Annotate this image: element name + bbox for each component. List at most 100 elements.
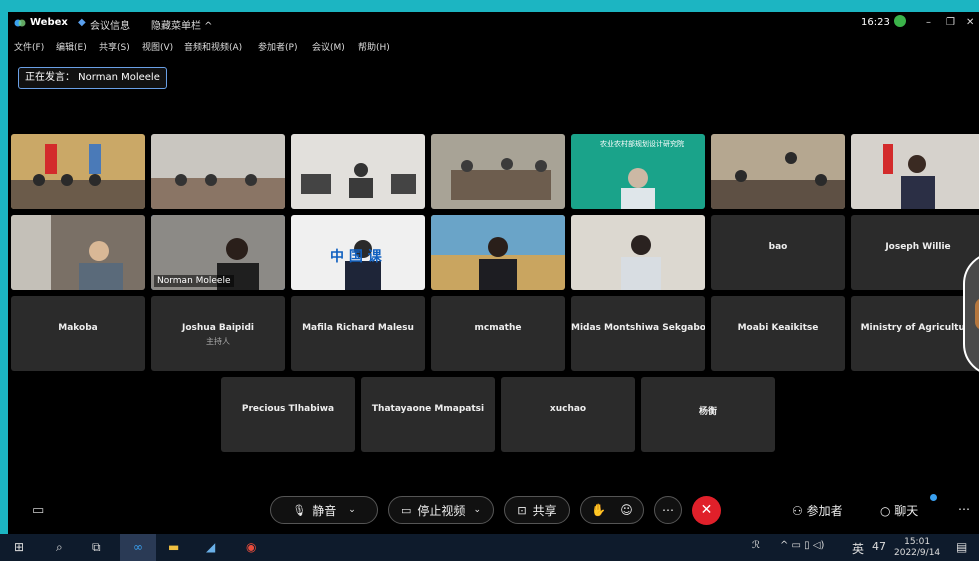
participant-name: 杨衡	[698, 407, 717, 417]
task-view-icon[interactable]: ⧉	[92, 540, 101, 555]
active-speaker-label: 正在发言： Norman Moleele	[18, 67, 167, 89]
participant-tile[interactable]: 杨衡	[641, 377, 775, 452]
emoji-icon[interactable]: ☺	[620, 503, 633, 517]
tray-icons[interactable]: ^ ▭ ▯ ◁)	[780, 540, 824, 551]
windows-start-icon[interactable]: ⊞	[14, 540, 24, 554]
background-banner-text: 中 国 课	[330, 249, 382, 265]
video-tile[interactable]	[11, 215, 145, 290]
restore-icon[interactable]: ❐	[946, 17, 955, 28]
participant-tile[interactable]: xuchao	[501, 377, 635, 452]
participant-tile[interactable]: Midas Montshiwa Sekgabo	[571, 296, 705, 371]
close-icon[interactable]: ✕	[966, 17, 974, 28]
participant-tile-host[interactable]: Joshua Baipidi 主持人	[151, 296, 285, 371]
participant-name: bao	[768, 242, 788, 252]
menu-view[interactable]: 视图(V)	[142, 40, 173, 53]
participant-tile[interactable]: Ministry of Agriculture	[851, 296, 979, 371]
participant-tile[interactable]: mcmathe	[431, 296, 565, 371]
hide-menu-button[interactable]: 隐藏菜单栏 ^	[151, 17, 213, 32]
temperature-badge: 47	[872, 540, 886, 553]
end-call-button[interactable]: ✕	[692, 496, 721, 525]
menu-file[interactable]: 文件(F)	[14, 40, 44, 53]
share-button[interactable]: ⊡ 共享	[504, 496, 570, 524]
user-icon[interactable]: ℛ	[752, 540, 760, 551]
chevron-down-icon[interactable]: ⌄	[473, 505, 481, 515]
ime-indicator[interactable]: 英	[852, 540, 864, 557]
menu-edit[interactable]: 编辑(E)	[56, 40, 87, 53]
network-status-icon	[894, 15, 906, 27]
participants-button[interactable]: ⚇ 参加者	[792, 502, 843, 519]
chevron-down-icon[interactable]: ⌄	[348, 505, 356, 515]
participant-name: Ministry of Agriculture	[860, 323, 976, 333]
participant-tile[interactable]: Moabi Keaikitse	[711, 296, 845, 371]
share-icon: ⊡	[517, 503, 527, 517]
reactions-group: ✋ ☺	[580, 496, 644, 524]
video-tile[interactable]	[571, 215, 705, 290]
organization-banner: 农业农村部规划设计研究院	[600, 140, 684, 148]
menu-participants[interactable]: 参加者(P)	[258, 40, 297, 53]
system-clock[interactable]: 15:01 2022/9/14	[894, 537, 940, 559]
video-tile[interactable]: 中 国 课	[291, 215, 425, 290]
video-tile[interactable]	[431, 215, 565, 290]
video-thumbnail	[291, 134, 425, 209]
title-bar: Webex ◆ 会议信息 隐藏菜单栏 ^ 16:23 – ❐ ✕	[8, 12, 979, 34]
chat-icon: ○	[880, 504, 895, 518]
more-button[interactable]: ⋯	[654, 496, 682, 524]
video-tile[interactable]	[711, 134, 845, 209]
menu-help[interactable]: 帮助(H)	[358, 40, 390, 53]
participant-tile[interactable]: Makoba	[11, 296, 145, 371]
minimize-icon[interactable]: –	[926, 17, 931, 28]
more-icon: ⋯	[662, 503, 674, 517]
participant-tile[interactable]: Precious Tlhabiwa	[221, 377, 355, 452]
participant-tile[interactable]: bao	[711, 215, 845, 290]
mute-label: 静音	[312, 503, 337, 518]
menu-meeting[interactable]: 会议(M)	[312, 40, 345, 53]
video-tile[interactable]	[151, 134, 285, 209]
captions-icon[interactable]: ▭	[32, 503, 44, 518]
video-tile[interactable]	[291, 134, 425, 209]
video-thumbnail	[11, 134, 145, 209]
participants-label: 参加者	[806, 504, 843, 518]
meeting-time: 16:23	[861, 17, 890, 28]
share-label: 共享	[532, 503, 557, 518]
clock-time: 15:01	[904, 537, 931, 547]
mute-button[interactable]: 🎙 静音 ⌄	[270, 496, 378, 524]
participant-name: Joseph Willie	[885, 242, 951, 252]
shield-icon: ◆	[78, 17, 86, 28]
raise-hand-icon[interactable]: ✋	[591, 503, 606, 517]
chat-button[interactable]: ○ 聊天	[880, 502, 918, 519]
menu-audio-video[interactable]: 音频和视频(A)	[184, 40, 242, 53]
notification-center-icon[interactable]: ▤	[956, 540, 967, 554]
menu-share[interactable]: 共享(S)	[99, 40, 130, 53]
windows-taskbar: ⊞ ⌕ ⧉ ∞ ▬ ◢ ◉ ℛ ^ ▭ ▯ ◁) 英 47 15:01 2022/…	[0, 534, 979, 561]
video-tile[interactable]	[11, 134, 145, 209]
meeting-info-button[interactable]: 会议信息	[90, 17, 130, 32]
video-tile[interactable]	[851, 134, 979, 209]
stop-video-button[interactable]: ▭ 停止视频 ⌄	[388, 496, 494, 524]
participant-tile[interactable]: Joseph Willie	[851, 215, 979, 290]
video-thumbnail	[151, 134, 285, 209]
clock-date: 2022/9/14	[894, 548, 941, 558]
chrome-icon[interactable]: ◉	[246, 540, 256, 554]
webex-logo-icon	[14, 19, 26, 27]
participant-name: Joshua Baipidi	[182, 323, 254, 333]
video-tile[interactable]: 农业农村部规划设计研究院	[571, 134, 705, 209]
self-view-image	[975, 298, 979, 330]
participant-name: Mafila Richard Malesu	[302, 323, 414, 333]
people-icon: ⚇	[792, 504, 807, 518]
file-explorer-icon[interactable]: ▬	[168, 540, 179, 554]
webex-taskbar-icon[interactable]: ∞	[120, 534, 156, 561]
self-view-thumbnail[interactable]	[963, 252, 979, 376]
video-thumbnail	[431, 215, 565, 290]
more-icon[interactable]: ⋯	[958, 502, 970, 516]
close-icon: ✕	[700, 502, 713, 518]
webex-window: Webex ◆ 会议信息 隐藏菜单栏 ^ 16:23 – ❐ ✕ 文件(F) 编…	[8, 12, 979, 534]
microphone-icon: 🎙	[292, 503, 307, 517]
search-icon[interactable]: ⌕	[56, 540, 63, 555]
video-tile[interactable]	[431, 134, 565, 209]
participant-tile[interactable]: Thatayaone Mmapatsi	[361, 377, 495, 452]
video-tile-active[interactable]: Norman Moleele	[151, 215, 285, 290]
participant-tile[interactable]: Mafila Richard Malesu	[291, 296, 425, 371]
app-icon[interactable]: ◢	[206, 540, 215, 554]
video-thumbnail	[431, 134, 565, 209]
video-thumbnail	[851, 134, 979, 209]
